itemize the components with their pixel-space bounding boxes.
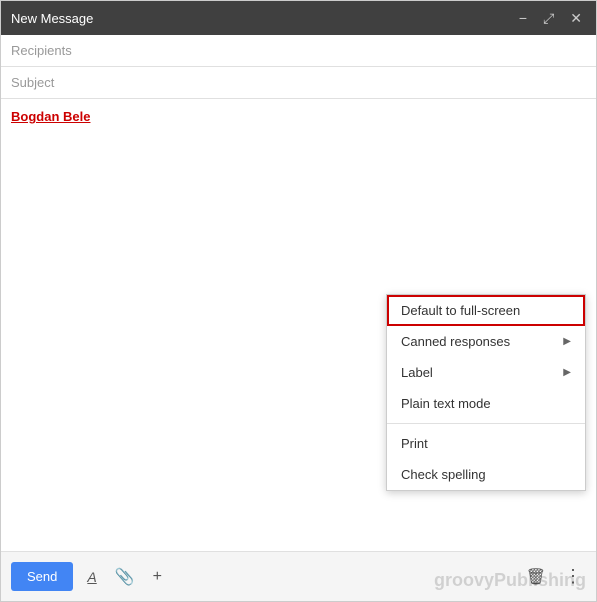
- subject-row: [1, 67, 596, 99]
- menu-item-plain-text[interactable]: Plain text mode: [387, 388, 585, 419]
- menu-divider: [387, 423, 585, 424]
- attach-icon[interactable]: 📎: [111, 563, 139, 591]
- body-text: Bogdan Bele: [11, 109, 90, 124]
- canned-responses-arrow-icon: ▶: [563, 336, 571, 347]
- menu-item-print-label: Print: [401, 436, 428, 451]
- menu-item-label[interactable]: Label ▶: [387, 357, 585, 388]
- menu-item-plain-text-label: Plain text mode: [401, 396, 491, 411]
- recipients-row: [1, 35, 596, 67]
- compose-window: New Message − ⤢ ✕ Bogdan Bele Default to…: [0, 0, 597, 602]
- menu-item-full-screen[interactable]: Default to full-screen: [387, 295, 585, 326]
- compose-body[interactable]: Bogdan Bele Default to full-screen Canne…: [1, 99, 596, 551]
- menu-item-check-spelling-label: Check spelling: [401, 467, 486, 482]
- recipients-input[interactable]: [11, 43, 586, 58]
- window-title: New Message: [11, 11, 93, 26]
- toolbar: Send A 📎 + 🗑 ⋮ groovyPublishing: [1, 551, 596, 601]
- more-icon[interactable]: ⋮: [560, 562, 586, 591]
- more-options-icon[interactable]: +: [149, 564, 166, 590]
- close-button[interactable]: ✕: [566, 9, 586, 27]
- title-bar: New Message − ⤢ ✕: [1, 1, 596, 35]
- format-icon[interactable]: A: [83, 565, 100, 589]
- menu-item-label-label: Label: [401, 365, 433, 380]
- menu-item-canned-responses[interactable]: Canned responses ▶: [387, 326, 585, 357]
- window-controls: − ⤢ ✕: [515, 9, 586, 27]
- menu-item-full-screen-label: Default to full-screen: [401, 303, 520, 318]
- menu-item-canned-responses-label: Canned responses: [401, 334, 510, 349]
- delete-icon[interactable]: 🗑: [522, 563, 550, 591]
- dropdown-menu: Default to full-screen Canned responses …: [386, 294, 586, 491]
- minimize-button[interactable]: −: [515, 9, 531, 27]
- send-button[interactable]: Send: [11, 562, 73, 591]
- menu-item-print[interactable]: Print: [387, 428, 585, 459]
- menu-item-check-spelling[interactable]: Check spelling: [387, 459, 585, 490]
- subject-input[interactable]: [11, 75, 586, 90]
- expand-button[interactable]: ⤢: [539, 9, 558, 27]
- label-arrow-icon: ▶: [563, 367, 571, 378]
